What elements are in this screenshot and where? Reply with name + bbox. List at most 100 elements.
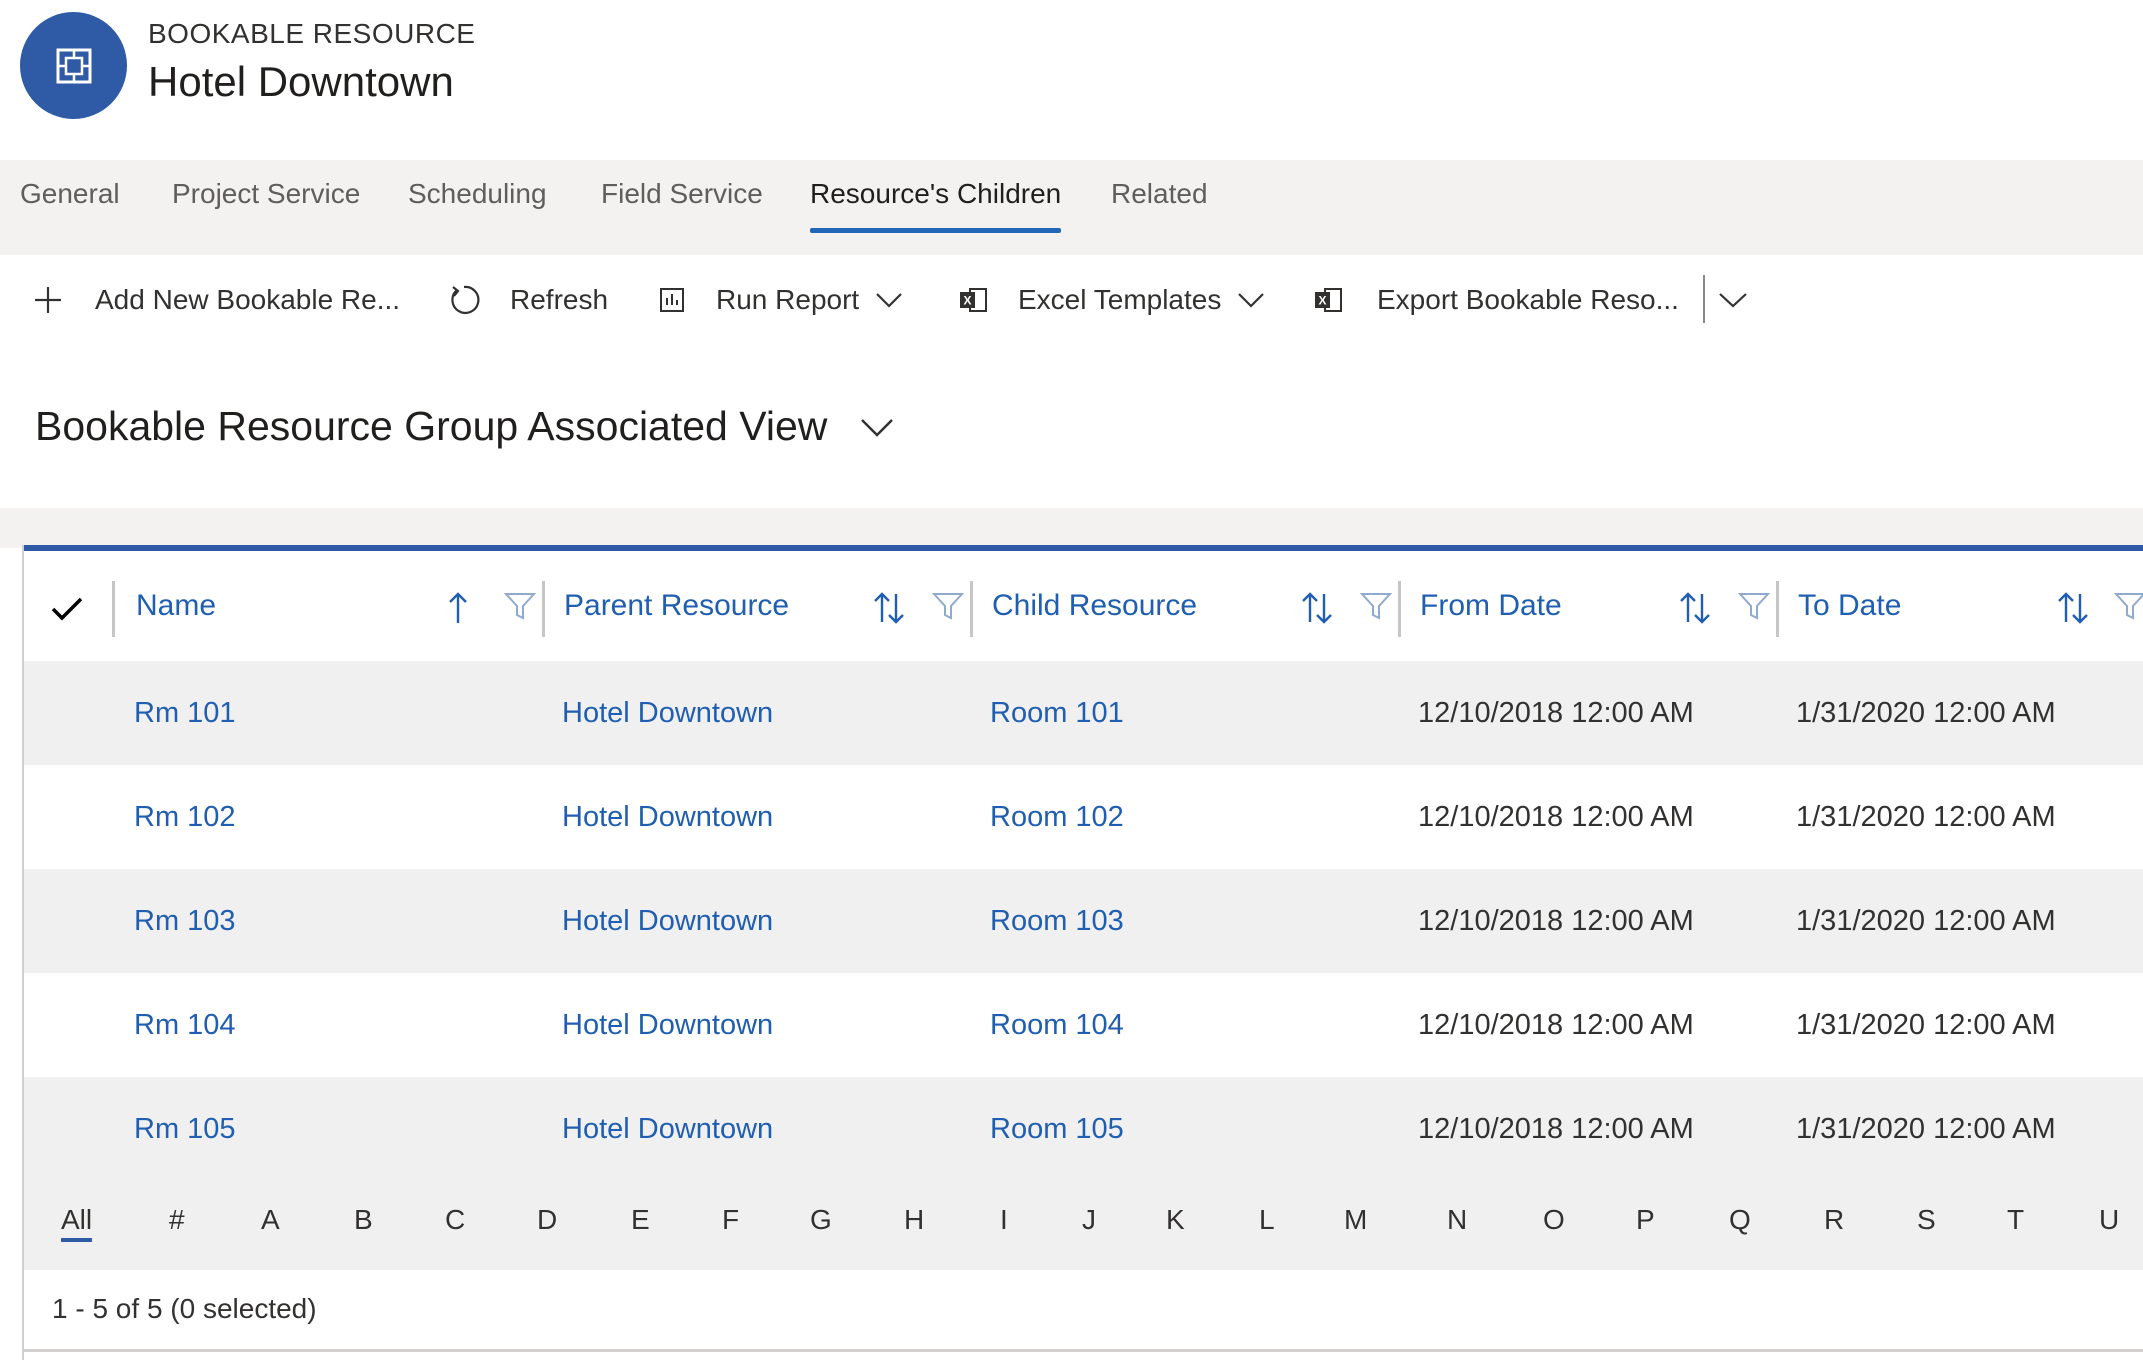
jump-letter[interactable]: F [722, 1204, 739, 1236]
column-header-parent-resource[interactable]: Parent Resource [564, 571, 789, 641]
column-header-from-date[interactable]: From Date [1420, 571, 1562, 641]
table-row[interactable]: Rm 101 Hotel Downtown Room 101 12/10/201… [24, 661, 2143, 765]
column-divider [1398, 581, 1401, 637]
tab-bar: General Project Service Scheduling Field… [0, 160, 2143, 255]
excel-icon: X [960, 288, 987, 312]
svg-text:X: X [1318, 294, 1326, 308]
column-header-name[interactable]: Name [136, 571, 216, 641]
from-date-cell: 12/10/2018 12:00 AM [1418, 1008, 1694, 1041]
sort-ascending-icon[interactable] [446, 591, 470, 625]
export-button[interactable]: X Export Bookable Reso... [1313, 275, 1679, 325]
sort-icon[interactable] [872, 591, 906, 625]
child-resource-cell[interactable]: Room 103 [990, 869, 1124, 973]
jump-letter[interactable]: A [261, 1204, 280, 1236]
table-row[interactable]: Rm 104 Hotel Downtown Room 104 12/10/201… [24, 973, 2143, 1077]
tab-project-service[interactable]: Project Service [172, 178, 360, 238]
refresh-button[interactable]: Refresh [448, 275, 608, 325]
child-resource-cell[interactable]: Room 101 [990, 661, 1124, 765]
to-date-cell: 1/31/2020 12:00 AM [1796, 800, 2056, 833]
table-row[interactable]: Rm 102 Hotel Downtown Room 102 12/10/201… [24, 765, 2143, 869]
parent-resource-cell[interactable]: Hotel Downtown [562, 1077, 773, 1181]
select-all-checkmark-icon[interactable] [50, 595, 84, 623]
parent-resource-cell[interactable]: Hotel Downtown [562, 973, 773, 1077]
jump-letter[interactable]: B [354, 1204, 373, 1236]
sort-icon[interactable] [2056, 591, 2090, 625]
child-resource-cell[interactable]: Room 105 [990, 1077, 1124, 1181]
more-commands-button[interactable] [1718, 275, 1748, 325]
from-date-cell: 12/10/2018 12:00 AM [1418, 1112, 1694, 1145]
jump-letter[interactable]: E [631, 1204, 650, 1236]
jump-all[interactable]: All [61, 1204, 93, 1242]
svg-text:X: X [963, 294, 971, 308]
sort-icon[interactable] [1678, 591, 1712, 625]
tab-general[interactable]: General [20, 178, 120, 238]
from-date-cell: 12/10/2018 12:00 AM [1418, 696, 1694, 729]
column-header-child-resource[interactable]: Child Resource [992, 571, 1197, 641]
command-separator [1703, 275, 1705, 323]
parent-resource-cell[interactable]: Hotel Downtown [562, 661, 773, 765]
child-resource-cell[interactable]: Room 104 [990, 973, 1124, 1077]
column-header-to-date[interactable]: To Date [1798, 571, 1901, 641]
table-row[interactable]: Rm 105 Hotel Downtown Room 105 12/10/201… [24, 1077, 2143, 1181]
jump-letter[interactable]: D [537, 1204, 557, 1236]
jump-letter[interactable]: P [1636, 1204, 1655, 1236]
jump-letter[interactable]: C [445, 1204, 465, 1236]
table-row[interactable]: Rm 103 Hotel Downtown Room 103 12/10/201… [24, 869, 2143, 973]
add-new-label: Add New Bookable Re... [95, 284, 401, 315]
jump-letter[interactable]: G [810, 1204, 832, 1236]
refresh-icon [451, 285, 480, 314]
jump-letter[interactable]: T [2007, 1204, 2024, 1236]
name-cell[interactable]: Rm 105 [134, 1077, 236, 1181]
add-new-button[interactable]: Add New Bookable Re... [33, 275, 400, 325]
report-icon [660, 288, 684, 312]
jump-letter[interactable]: I [1000, 1204, 1008, 1236]
jump-letter[interactable]: # [169, 1204, 185, 1236]
tab-related[interactable]: Related [1111, 178, 1208, 238]
grid-header: Name Parent Resource Child Resource From… [24, 551, 2143, 661]
refresh-label: Refresh [510, 284, 609, 315]
jump-letter[interactable]: U [2099, 1204, 2119, 1236]
run-report-button[interactable]: Run Report [658, 275, 903, 325]
parent-resource-cell[interactable]: Hotel Downtown [562, 869, 773, 973]
view-title[interactable]: Bookable Resource Group Associated View [35, 403, 827, 450]
jump-letter[interactable]: L [1259, 1204, 1275, 1236]
jump-letter[interactable]: Q [1729, 1204, 1751, 1236]
name-cell[interactable]: Rm 104 [134, 973, 236, 1077]
entity-avatar [20, 12, 127, 119]
record-count-status: 1 - 5 of 5 (0 selected) [52, 1293, 317, 1324]
command-bar: Add New Bookable Re... Refresh Run Repor… [0, 255, 2143, 345]
name-cell[interactable]: Rm 103 [134, 869, 236, 973]
jump-letter[interactable]: M [1344, 1204, 1367, 1236]
tab-field-service[interactable]: Field Service [601, 178, 763, 238]
filter-icon[interactable] [932, 591, 964, 621]
jump-letter[interactable]: N [1447, 1204, 1467, 1236]
chevron-down-icon [1719, 293, 1747, 308]
to-date-cell: 1/31/2020 12:00 AM [1796, 904, 2056, 937]
filter-icon[interactable] [504, 591, 536, 621]
filter-icon[interactable] [1360, 591, 1392, 621]
column-divider [970, 581, 973, 637]
excel-templates-button[interactable]: X Excel Templates [958, 275, 1265, 325]
tab-resources-children[interactable]: Resource's Children [810, 178, 1062, 238]
record-title: Hotel Downtown [148, 58, 454, 105]
tab-scheduling[interactable]: Scheduling [408, 178, 547, 238]
parent-resource-cell[interactable]: Hotel Downtown [562, 765, 773, 869]
to-date-cell: 1/31/2020 12:00 AM [1796, 1008, 2056, 1041]
column-header-label: Name [136, 589, 217, 622]
jump-letter[interactable]: S [1917, 1204, 1936, 1236]
name-cell[interactable]: Rm 101 [134, 661, 236, 765]
jump-letter[interactable]: J [1082, 1204, 1096, 1236]
sort-icon[interactable] [1300, 591, 1334, 625]
view-chevron-down-icon[interactable] [860, 417, 894, 439]
jump-letter[interactable]: R [1824, 1204, 1844, 1236]
jump-letter[interactable]: K [1166, 1204, 1185, 1236]
export-label: Export Bookable Reso... [1377, 284, 1679, 315]
jump-letter[interactable]: H [904, 1204, 924, 1236]
alphabet-jump-bar: All # A B C D E F G H I J K L M N O P Q … [24, 1180, 2143, 1270]
filter-icon[interactable] [2114, 591, 2143, 621]
plus-icon [35, 287, 61, 313]
jump-letter[interactable]: O [1543, 1204, 1565, 1236]
child-resource-cell[interactable]: Room 102 [990, 765, 1124, 869]
filter-icon[interactable] [1738, 591, 1770, 621]
name-cell[interactable]: Rm 102 [134, 765, 236, 869]
